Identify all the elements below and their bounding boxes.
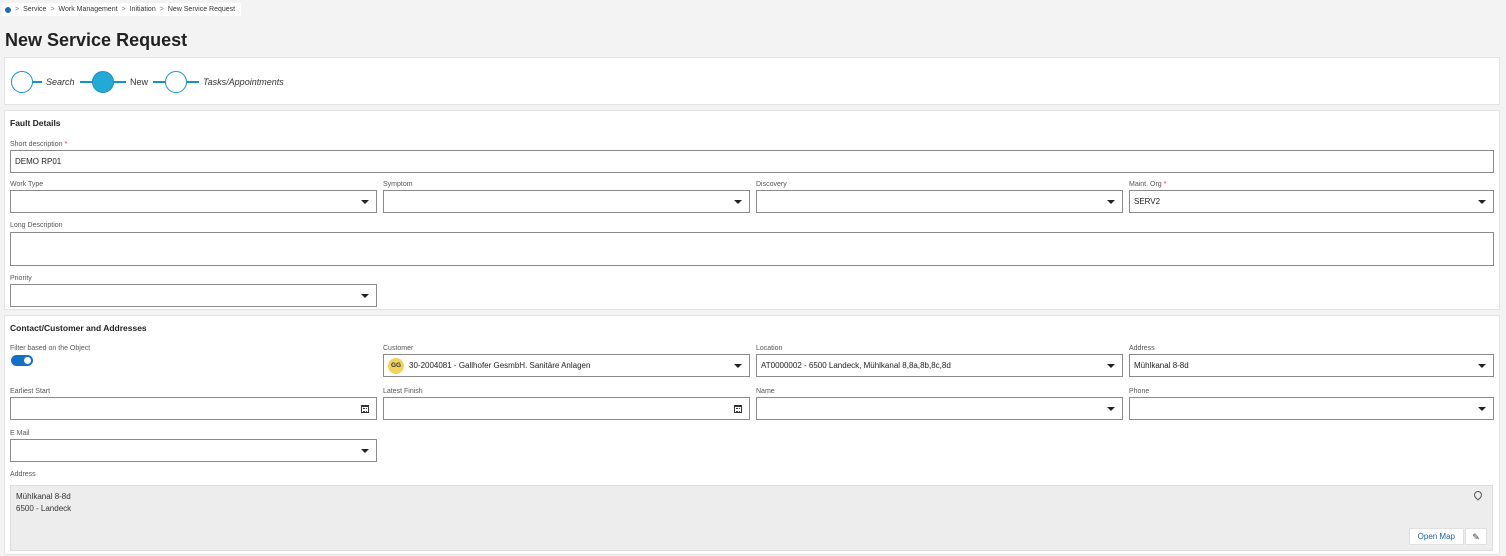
step-tasks-circle[interactable] bbox=[165, 71, 187, 93]
short-description-label: Short description * bbox=[10, 141, 68, 148]
email-select[interactable] bbox=[10, 439, 377, 462]
process-stepper: Search New Tasks/Appointments bbox=[4, 57, 1500, 105]
avatar: GG bbox=[388, 357, 404, 374]
long-description-textarea[interactable] bbox=[10, 232, 1494, 266]
long-description-label: Long Description bbox=[10, 222, 63, 229]
step-new-label[interactable]: New bbox=[130, 77, 148, 87]
breadcrumb-item-service[interactable]: Service bbox=[23, 6, 46, 13]
step-search-label[interactable]: Search bbox=[46, 77, 75, 87]
chevron-down-icon bbox=[734, 200, 742, 204]
fault-details-section: Fault Details Short description * DEMO R… bbox=[4, 110, 1500, 310]
step-search[interactable]: Search bbox=[11, 71, 75, 93]
edit-address-button[interactable]: ✎ bbox=[1465, 528, 1487, 545]
discovery-select[interactable] bbox=[756, 190, 1123, 213]
address-select-label: Address bbox=[1129, 345, 1155, 352]
customer-select[interactable]: GG 30-2004081 - Gallhofer GesmbH. Sanitä… bbox=[383, 354, 750, 377]
chevron-right-icon: > bbox=[159, 6, 164, 13]
step-connector bbox=[187, 81, 199, 83]
work-type-select[interactable] bbox=[10, 190, 377, 213]
filter-toggle-label: Filter based on the Object bbox=[10, 345, 91, 352]
name-select[interactable] bbox=[756, 397, 1123, 420]
chevron-down-icon bbox=[361, 294, 369, 298]
address-line-2: 6500 - Landeck bbox=[16, 504, 72, 513]
calendar-icon[interactable] bbox=[734, 405, 742, 413]
chevron-down-icon bbox=[734, 364, 742, 368]
section-title-fault-details: Fault Details bbox=[10, 118, 61, 128]
maint-org-select[interactable]: SERV2 bbox=[1129, 190, 1494, 213]
location-select[interactable]: AT0000002 - 6500 Landeck, Mühlkanal 8,8a… bbox=[756, 354, 1123, 377]
breadcrumb-item-initiation[interactable]: Initiation bbox=[130, 6, 156, 13]
step-connector bbox=[33, 81, 42, 83]
chevron-down-icon bbox=[1107, 407, 1115, 411]
step-connector bbox=[114, 81, 126, 83]
home-icon[interactable] bbox=[5, 6, 11, 13]
step-tasks-label[interactable]: Tasks/Appointments bbox=[203, 77, 284, 87]
step-connector bbox=[153, 81, 165, 83]
earliest-start-input[interactable] bbox=[10, 397, 377, 420]
address-select[interactable]: Mühlkanal 8-8d bbox=[1129, 354, 1494, 377]
address-line-1: Mühlkanal 8-8d bbox=[16, 492, 71, 501]
address-display: Mühlkanal 8-8d 6500 - Landeck Open Map ✎ bbox=[10, 485, 1493, 551]
breadcrumb-item-work-management[interactable]: Work Management bbox=[59, 6, 118, 13]
chevron-right-icon: > bbox=[15, 6, 20, 13]
phone-label: Phone bbox=[1129, 388, 1150, 395]
chevron-down-icon bbox=[1478, 407, 1486, 411]
chevron-right-icon: > bbox=[121, 6, 126, 13]
step-search-circle[interactable] bbox=[11, 71, 33, 93]
breadcrumb: > Service > Work Management > Initiation… bbox=[3, 3, 242, 16]
location-label: Location bbox=[756, 345, 783, 352]
page-title: New Service Request bbox=[5, 30, 188, 50]
short-description-input[interactable]: DEMO RP01 bbox=[10, 150, 1494, 173]
open-map-button[interactable]: Open Map bbox=[1408, 528, 1464, 545]
address-select-value: Mühlkanal 8-8d bbox=[1134, 361, 1189, 370]
chevron-down-icon bbox=[361, 449, 369, 453]
customer-value: 30-2004081 - Gallhofer GesmbH. Sanitäre … bbox=[409, 361, 591, 370]
chevron-down-icon bbox=[361, 200, 369, 204]
pencil-icon: ✎ bbox=[1472, 531, 1480, 542]
earliest-start-label: Earliest Start bbox=[10, 388, 51, 395]
step-new[interactable]: New bbox=[80, 71, 148, 93]
contact-section: Contact/Customer and Addresses Filter ba… bbox=[4, 315, 1500, 555]
symptom-label: Symptom bbox=[383, 181, 413, 188]
step-new-circle[interactable] bbox=[92, 71, 114, 93]
name-label: Name bbox=[756, 388, 775, 395]
step-connector bbox=[80, 81, 92, 83]
customer-label: Customer bbox=[383, 345, 414, 352]
symptom-select[interactable] bbox=[383, 190, 750, 213]
filter-toggle[interactable] bbox=[11, 355, 33, 366]
latest-finish-input[interactable] bbox=[383, 397, 750, 420]
discovery-label: Discovery bbox=[756, 181, 787, 188]
section-title-contact: Contact/Customer and Addresses bbox=[10, 323, 147, 333]
address-display-label: Address bbox=[10, 471, 36, 478]
chevron-down-icon bbox=[1107, 364, 1115, 368]
step-tasks[interactable]: Tasks/Appointments bbox=[153, 71, 284, 93]
short-description-value: DEMO RP01 bbox=[15, 157, 62, 166]
email-label: E Mail bbox=[10, 430, 30, 437]
breadcrumb-item-current: New Service Request bbox=[167, 6, 236, 13]
location-value: AT0000002 - 6500 Landeck, Mühlkanal 8,8a… bbox=[761, 361, 951, 370]
calendar-icon[interactable] bbox=[361, 405, 369, 413]
maint-org-label: Maint. Org * bbox=[1129, 181, 1167, 188]
phone-select[interactable] bbox=[1129, 397, 1494, 420]
chevron-down-icon bbox=[1107, 200, 1115, 204]
priority-select[interactable] bbox=[10, 284, 377, 307]
work-type-label: Work Type bbox=[10, 181, 44, 188]
chevron-down-icon bbox=[1478, 200, 1486, 204]
chevron-down-icon bbox=[1478, 364, 1486, 368]
priority-label: Priority bbox=[10, 275, 32, 282]
latest-finish-label: Latest Finish bbox=[383, 388, 423, 395]
chevron-right-icon: > bbox=[50, 6, 55, 13]
maint-org-value: SERV2 bbox=[1134, 197, 1161, 206]
